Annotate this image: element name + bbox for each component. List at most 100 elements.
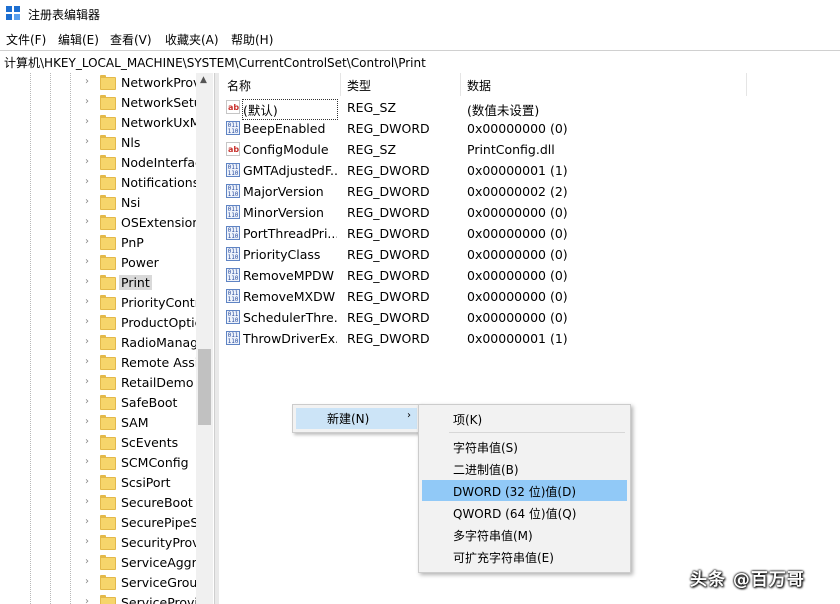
tree-item[interactable]: › ServiceAggre bbox=[84, 553, 197, 573]
submenu-item-key[interactable]: 项(K) bbox=[422, 408, 627, 429]
address-bar[interactable]: 计算机\HKEY_LOCAL_MACHINE\SYSTEM\CurrentCon… bbox=[0, 50, 840, 74]
chevron-right-icon[interactable]: › bbox=[85, 236, 89, 247]
value-row[interactable]: 011 110 RemoveMXDW REG_DWORD 0x00000000 (0) bbox=[219, 286, 840, 307]
tree-item[interactable]: › SCMConfig bbox=[84, 453, 196, 473]
tree-item[interactable]: › PriorityContr bbox=[84, 293, 197, 313]
chevron-right-icon[interactable]: › bbox=[85, 396, 89, 407]
chevron-right-icon[interactable]: › bbox=[85, 176, 89, 187]
value-row[interactable]: 011 110 GMTAdjustedF... REG_DWORD 0x0000000… bbox=[219, 160, 840, 181]
chevron-right-icon[interactable]: › bbox=[85, 556, 89, 567]
chevron-right-icon[interactable]: › bbox=[85, 156, 89, 167]
chevron-right-icon[interactable]: › bbox=[85, 456, 89, 467]
chevron-right-icon[interactable]: › bbox=[85, 256, 89, 267]
tree-item[interactable]: › Remote Assis bbox=[84, 353, 197, 373]
submenu-item-multi-string[interactable]: 多字符串值(M) bbox=[422, 524, 627, 545]
value-name: GMTAdjustedF... bbox=[243, 163, 337, 178]
tree-item-label: SCMConfig bbox=[121, 455, 189, 470]
value-type: REG_SZ bbox=[347, 100, 397, 115]
column-name[interactable]: 名称 bbox=[227, 77, 251, 94]
submenu-item-string[interactable]: 字符串值(S) bbox=[422, 436, 627, 457]
menu-edit[interactable]: 编辑(E) bbox=[58, 31, 99, 48]
value-row[interactable]: 011 110 ThrowDriverEx... REG_DWORD 0x000000… bbox=[219, 328, 840, 349]
value-row[interactable]: 011 110 SchedulerThre... REG_DWORD 0x000000… bbox=[219, 307, 840, 328]
chevron-right-icon[interactable]: › bbox=[85, 116, 89, 127]
context-menu-new-label[interactable]: 新建(N) bbox=[327, 410, 369, 427]
tree-item[interactable]: › Nsi bbox=[84, 193, 196, 213]
chevron-right-icon[interactable]: › bbox=[85, 476, 89, 487]
value-data: (数值未设置) bbox=[467, 103, 540, 118]
tree-item[interactable]: › NetworkProv bbox=[84, 73, 197, 93]
value-data: 0x00000000 (0) bbox=[467, 268, 568, 283]
tree-item[interactable]: › ScsiPort bbox=[84, 473, 196, 493]
value-row[interactable]: 011 110 BeepEnabled REG_DWORD 0x00000000 (0… bbox=[219, 118, 840, 139]
tree-item[interactable]: › NodeInterfac bbox=[84, 153, 197, 173]
tree-item[interactable]: › ServiceProvic bbox=[84, 593, 197, 604]
tree-item[interactable]: › SafeBoot bbox=[84, 393, 196, 413]
value-name: SchedulerThre... bbox=[243, 310, 337, 325]
chevron-right-icon[interactable]: › bbox=[85, 276, 89, 287]
chevron-right-icon[interactable]: › bbox=[85, 196, 89, 207]
chevron-right-icon[interactable]: › bbox=[85, 216, 89, 227]
value-row[interactable]: 011 110 MajorVersion REG_DWORD 0x00000002 (… bbox=[219, 181, 840, 202]
context-menu[interactable]: 新建(N) › bbox=[292, 404, 422, 433]
scroll-up-arrow-icon[interactable]: ▲ bbox=[200, 75, 207, 85]
tree-item[interactable]: › PnP bbox=[84, 233, 196, 253]
tree-item[interactable]: › SecurityProvi bbox=[84, 533, 197, 553]
value-row[interactable]: 011 110 RemoveMPDW REG_DWORD 0x00000000 (0) bbox=[219, 265, 840, 286]
new-submenu[interactable]: 项(K) 字符串值(S) 二进制值(B) DWORD (32 位)值(D) QW… bbox=[418, 404, 631, 573]
submenu-item-qword[interactable]: QWORD (64 位)值(Q) bbox=[422, 502, 627, 523]
tree-item[interactable]: › Nls bbox=[84, 133, 196, 153]
tree-item-label: OSExtensionI bbox=[121, 215, 197, 230]
chevron-right-icon[interactable]: › bbox=[85, 96, 89, 107]
tree-item[interactable]: › ScEvents bbox=[84, 433, 196, 453]
chevron-right-icon[interactable]: › bbox=[85, 76, 89, 87]
chevron-right-icon[interactable]: › bbox=[85, 596, 89, 604]
tree-item[interactable]: › RetailDemo bbox=[84, 373, 196, 393]
tree-item-label: Print bbox=[119, 275, 152, 290]
menu-help[interactable]: 帮助(H) bbox=[231, 31, 273, 48]
value-row[interactable]: 011 110 PriorityClass REG_DWORD 0x00000000 … bbox=[219, 244, 840, 265]
address-path[interactable]: 计算机\HKEY_LOCAL_MACHINE\SYSTEM\CurrentCon… bbox=[4, 54, 426, 71]
submenu-item-expandable-string[interactable]: 可扩充字符串值(E) bbox=[422, 546, 627, 567]
column-data[interactable]: 数据 bbox=[467, 77, 491, 94]
chevron-right-icon[interactable]: › bbox=[85, 336, 89, 347]
chevron-right-icon[interactable]: › bbox=[85, 136, 89, 147]
chevron-right-icon[interactable]: › bbox=[85, 536, 89, 547]
tree-item[interactable]: › NetworkUxM bbox=[84, 113, 197, 133]
submenu-item-dword[interactable]: DWORD (32 位)值(D) bbox=[422, 480, 627, 501]
chevron-right-icon[interactable]: › bbox=[85, 576, 89, 587]
tree-item[interactable]: › RadioManag bbox=[84, 333, 197, 353]
menu-favorites[interactable]: 收藏夹(A) bbox=[165, 31, 219, 48]
submenu-item-binary[interactable]: 二进制值(B) bbox=[422, 458, 627, 479]
value-type: REG_DWORD bbox=[347, 331, 430, 346]
value-row[interactable]: 011 110 PortThreadPri... REG_DWORD 0x000000… bbox=[219, 223, 840, 244]
menu-file[interactable]: 文件(F) bbox=[6, 31, 46, 48]
tree-item[interactable]: › Notifications bbox=[84, 173, 197, 193]
tree-item[interactable]: › Power bbox=[84, 253, 196, 273]
chevron-right-icon[interactable]: › bbox=[85, 416, 89, 427]
chevron-right-icon[interactable]: › bbox=[85, 436, 89, 447]
menu-view[interactable]: 查看(V) bbox=[110, 31, 152, 48]
tree-item[interactable]: › ProductOptic bbox=[84, 313, 197, 333]
tree-item[interactable]: › SAM bbox=[84, 413, 196, 433]
tree-item[interactable]: › NetworkSetu bbox=[84, 93, 197, 113]
tree-item[interactable]: › ServiceGroup bbox=[84, 573, 197, 593]
tree-scroll-thumb[interactable] bbox=[198, 349, 211, 425]
key-tree-pane[interactable]: › NetworkProv › NetworkSetu › NetworkUxM › Nls ›… bbox=[0, 73, 214, 604]
tree-scrollbar[interactable]: ▲ bbox=[196, 73, 213, 604]
tree-item[interactable]: › Print bbox=[84, 273, 196, 293]
column-type[interactable]: 类型 bbox=[347, 77, 371, 94]
tree-item[interactable]: › OSExtensionI bbox=[84, 213, 197, 233]
value-row[interactable]: 011 110 MinorVersion REG_DWORD 0x00000000 (… bbox=[219, 202, 840, 223]
chevron-right-icon[interactable]: › bbox=[85, 496, 89, 507]
chevron-right-icon[interactable]: › bbox=[85, 316, 89, 327]
tree-item[interactable]: › SecureBoot bbox=[84, 493, 196, 513]
tree-item[interactable]: › SecurePipeSe bbox=[84, 513, 197, 533]
chevron-right-icon[interactable]: › bbox=[85, 356, 89, 367]
chevron-right-icon[interactable]: › bbox=[85, 296, 89, 307]
value-row[interactable]: ab ConfigModule REG_SZ PrintConfig.dll bbox=[219, 139, 840, 160]
chevron-right-icon[interactable]: › bbox=[85, 376, 89, 387]
chevron-right-icon[interactable]: › bbox=[85, 516, 89, 527]
tree-item-label: RadioManag bbox=[121, 335, 197, 350]
value-row[interactable]: ab (默认) REG_SZ (数值未设置) bbox=[219, 97, 840, 120]
